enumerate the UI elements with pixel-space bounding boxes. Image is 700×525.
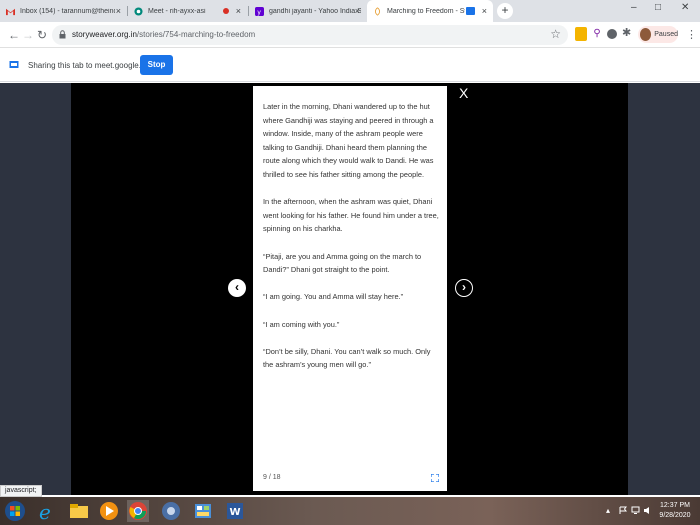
story-paragraph: “I am going. You and Amma will stay here… <box>263 292 404 302</box>
url-text: storyweaver.org.in/stories/754-marching-… <box>72 30 256 39</box>
close-tab-icon[interactable]: × <box>355 7 360 16</box>
tab-title: Marching to Freedom - Stor <box>387 7 465 15</box>
close-tab-icon[interactable]: × <box>236 7 241 16</box>
puzzle-icon[interactable]: ✱ <box>622 27 634 41</box>
tab-storyweaver[interactable]: Marching to Freedom - Stor × <box>367 0 493 22</box>
extension-icon[interactable] <box>575 27 587 41</box>
tab-title: gandhi jayanti - Yahoo India Sear <box>269 7 361 15</box>
avatar <box>640 28 652 41</box>
chrome-icon[interactable] <box>127 500 149 522</box>
meet-icon <box>134 6 143 16</box>
status-bar: javascript; <box>0 485 42 497</box>
tab-sharing-bar: Sharing this tab to meet.google.com Stop <box>0 49 700 82</box>
tab-yahoo[interactable]: y gandhi jayanti - Yahoo India Sear × <box>249 0 366 22</box>
system-clock[interactable]: 12:37 PM 9/28/2020 <box>655 501 695 521</box>
sharing-message: Sharing this tab to meet.google.com <box>28 61 157 70</box>
tab-meet[interactable]: Meet - rih-ayxx-asi × <box>128 0 247 22</box>
volume-icon[interactable] <box>643 506 652 515</box>
screen-share-icon <box>9 61 19 68</box>
word-icon[interactable]: W <box>224 500 246 522</box>
recording-icon <box>223 8 229 14</box>
windows-taskbar: e W ▴ 12:37 PM 9/28/2020 <box>0 497 700 525</box>
svg-text:W: W <box>230 507 241 518</box>
tab-title: Inbox (154) - tarannum@theindia <box>20 7 115 15</box>
menu-icon[interactable]: ⋮ <box>686 28 697 41</box>
close-window-button[interactable]: ✕ <box>681 2 689 13</box>
address-bar[interactable]: storyweaver.org.in/stories/754-marching-… <box>52 25 568 45</box>
story-paragraph: “I am coming with you.” <box>263 319 340 329</box>
close-tab-icon[interactable]: × <box>116 7 121 16</box>
network-icon[interactable] <box>631 506 640 515</box>
profile-button[interactable]: Paused <box>638 26 678 43</box>
reload-icon[interactable]: ↻ <box>37 28 47 42</box>
start-button[interactable] <box>4 500 26 522</box>
extension-icon[interactable] <box>607 29 617 39</box>
yahoo-icon: y <box>255 6 264 16</box>
minimize-button[interactable]: – <box>631 2 637 13</box>
tab-gmail[interactable]: Inbox (154) - tarannum@theindia × <box>0 0 127 22</box>
bookmark-star-icon[interactable]: ☆ <box>550 27 561 41</box>
browser-toolbar: ← → ↻ storyweaver.org.in/stories/754-mar… <box>0 22 700 48</box>
gmail-icon <box>6 8 15 15</box>
file-explorer-icon[interactable] <box>68 500 90 522</box>
control-panel-icon[interactable] <box>192 500 214 522</box>
forward-arrow-icon[interactable]: → <box>22 28 34 42</box>
story-paragraph: In the afternoon, when the ashram was qu… <box>263 197 439 234</box>
close-reader-button[interactable]: X <box>459 86 468 100</box>
fullscreen-icon[interactable] <box>431 474 439 482</box>
lock-icon <box>59 30 66 39</box>
back-arrow-icon[interactable]: ← <box>8 28 20 42</box>
media-player-icon[interactable] <box>98 500 120 522</box>
profile-status: Paused <box>654 31 678 38</box>
svg-text:y: y <box>257 9 261 16</box>
internet-explorer-icon[interactable]: e <box>36 500 58 522</box>
page-content: Later in the morning, Dhani wandered up … <box>0 83 700 495</box>
story-text: Later in the morning, Dhani wandered up … <box>263 100 441 385</box>
new-tab-button[interactable]: + <box>497 3 513 19</box>
next-page-button[interactable]: › <box>455 279 473 297</box>
story-paragraph: “Don’t be silly, Dhani. You can’t walk s… <box>263 346 431 370</box>
svg-text:e: e <box>39 500 51 522</box>
story-paragraph: “Pitaji, are you and Amma going on the m… <box>263 251 422 275</box>
story-page: Later in the morning, Dhani wandered up … <box>253 86 447 491</box>
close-tab-icon[interactable]: × <box>482 7 487 16</box>
chrome-profile-icon[interactable] <box>160 500 182 522</box>
previous-page-button[interactable]: ‹ <box>228 279 246 297</box>
show-hidden-icons[interactable]: ▴ <box>606 506 615 515</box>
story-paragraph: Later in the morning, Dhani wandered up … <box>263 102 434 179</box>
stop-sharing-button[interactable]: Stop <box>140 55 173 75</box>
page-indicator: 9 / 18 <box>263 474 281 481</box>
search-extension-icon[interactable]: ⚲ <box>591 27 603 41</box>
storyweaver-icon <box>375 6 380 16</box>
casting-icon <box>466 7 475 15</box>
notification-flag-icon[interactable] <box>619 506 628 515</box>
tab-title: Meet - rih-ayxx-asi <box>148 7 206 15</box>
clock-date: 9/28/2020 <box>659 512 691 519</box>
clock-time: 12:37 PM <box>660 502 690 509</box>
tab-strip: Inbox (154) - tarannum@theindia × Meet -… <box>0 0 700 22</box>
maximize-button[interactable]: □ <box>655 2 661 13</box>
